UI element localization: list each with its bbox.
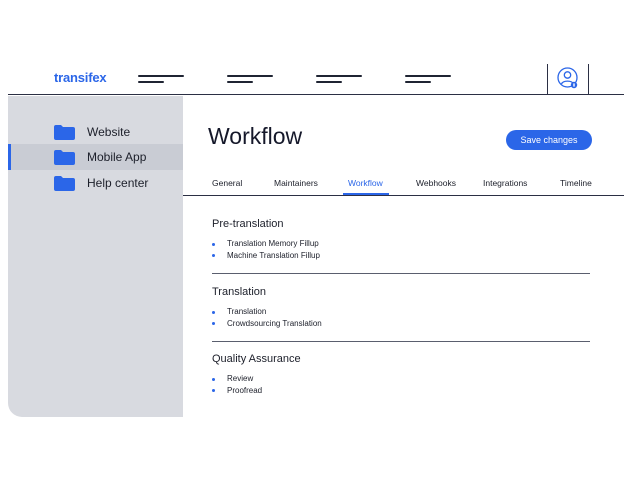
bullet-icon	[212, 377, 215, 381]
section-title: Pre-translation	[212, 218, 284, 230]
top-bar: transifex	[8, 64, 624, 95]
settings-tabs: General Maintainers Workflow Webhooks In…	[183, 170, 624, 196]
section-title: Translation	[212, 286, 267, 298]
step-list: Translation Crowdsourcing Translation	[212, 306, 590, 329]
list-item-label: Translation Memory Fillup	[227, 239, 319, 248]
folder-icon	[54, 150, 75, 165]
sidebar-item-label: Website	[87, 125, 131, 139]
sidebar-item-mobile-app[interactable]: Mobile App	[8, 144, 183, 170]
bullet-icon	[212, 310, 215, 314]
top-nav	[138, 74, 468, 86]
section-title: Quality Assurance	[212, 353, 301, 365]
bullet-icon	[212, 389, 215, 392]
bullet-icon	[212, 242, 215, 246]
bullet-icon	[212, 254, 215, 257]
tab-integrations[interactable]: Integrations	[483, 178, 527, 188]
list-item-label: Translation	[227, 307, 267, 316]
nav-item-1[interactable]	[138, 74, 188, 86]
nav-item-2[interactable]	[227, 74, 277, 86]
tab-workflow[interactable]: Workflow	[348, 178, 383, 188]
list-item[interactable]: Review	[212, 373, 590, 385]
sidebar: Website Mobile App Help center	[8, 96, 183, 417]
list-item[interactable]: Machine Translation Fillup	[212, 250, 590, 262]
sidebar-item-label: Mobile App	[87, 150, 147, 164]
list-item-label: Proofread	[227, 385, 263, 395]
step-list: Review Proofread	[212, 373, 590, 396]
list-item[interactable]: Translation Memory Fillup	[212, 238, 590, 250]
user-avatar-icon[interactable]	[557, 67, 579, 89]
tab-maintainers[interactable]: Maintainers	[274, 178, 318, 188]
bullet-icon	[212, 322, 215, 325]
tab-timeline[interactable]: Timeline	[560, 178, 592, 188]
section-pre-translation: Pre-translation Translation Memory Fillu…	[212, 218, 590, 261]
list-item-label: Machine Translation Fillup	[227, 250, 320, 260]
section-quality-assurance: Quality Assurance Review Proofread	[212, 353, 590, 396]
active-tab-indicator	[343, 193, 389, 195]
tab-general[interactable]: General	[212, 178, 242, 188]
list-item[interactable]: Translation	[212, 306, 590, 318]
list-item[interactable]: Proofread	[212, 385, 590, 397]
step-list: Translation Memory Fillup Machine Transl…	[212, 238, 590, 261]
list-item[interactable]: Crowdsourcing Translation	[212, 318, 590, 330]
nav-item-4[interactable]	[405, 74, 455, 86]
page-title: Workflow	[208, 123, 303, 149]
sidebar-item-help-center[interactable]: Help center	[8, 170, 183, 196]
section-divider	[212, 273, 590, 274]
tab-webhooks[interactable]: Webhooks	[416, 178, 456, 188]
list-item-label: Review	[227, 374, 254, 383]
folder-icon	[54, 176, 75, 191]
sidebar-item-website[interactable]: Website	[8, 119, 183, 145]
save-changes-button[interactable]: Save changes	[506, 130, 592, 150]
section-divider	[212, 341, 590, 342]
list-item-label: Crowdsourcing Translation	[227, 318, 322, 328]
nav-item-3[interactable]	[316, 74, 366, 86]
section-translation: Translation Translation Crowdsourcing Tr…	[212, 286, 590, 329]
folder-icon	[54, 125, 75, 140]
brand-logo[interactable]: transifex	[54, 70, 107, 85]
sidebar-item-label: Help center	[87, 176, 149, 190]
user-menu	[547, 64, 589, 94]
